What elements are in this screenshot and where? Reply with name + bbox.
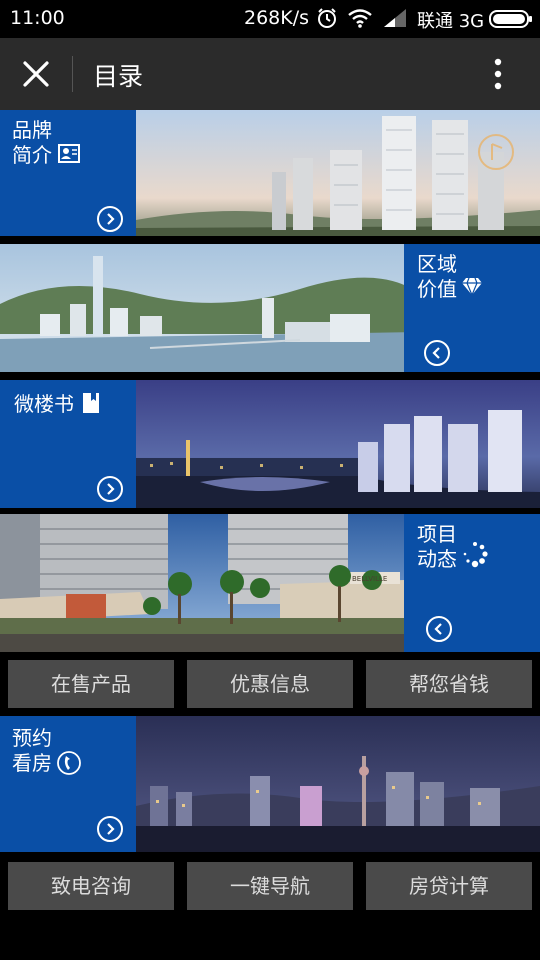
arrow-left-circle-icon [434,623,442,635]
battery-icon [489,10,532,28]
signal-icon [384,9,406,27]
network-speed: 268K/s [244,7,310,29]
more-options-button[interactable] [480,52,516,96]
brand-title: 品牌 简介 [12,118,52,168]
quick-actions-row-2: 致电咨询 一键导航 房贷计算 [0,856,540,914]
news-title-line1: 项目 [417,522,457,546]
brochure-arrow-button[interactable] [97,476,123,502]
mortgage-calculator-button[interactable]: 房贷计算 [366,862,532,910]
loading-dots-icon [463,542,488,568]
on-sale-products-button[interactable]: 在售产品 [8,660,174,708]
region-title-line1: 区域 [417,252,457,276]
booking-title-line1: 预约 [12,726,52,750]
brand-arrow-button[interactable] [97,206,123,232]
wifi-icon [348,9,372,28]
close-button[interactable] [14,52,58,96]
news-title: 项目 动态 [417,522,457,572]
status-time: 11:00 [10,7,65,29]
booking-title: 预约 看房 [12,726,52,776]
brand-title-line1: 品牌 [12,118,52,142]
booking-title-line2: 看房 [12,751,52,775]
page-title: 目录 [93,62,144,91]
status-bar: 11:00 268K/s 联通 3G [0,0,540,38]
project-news-banner[interactable]: BELLVILLE 项目 动态 [0,514,540,652]
carrier-label: 联通 3G [417,11,485,32]
alarm-icon [318,8,336,28]
arrow-right-circle-icon [107,483,115,495]
save-money-button[interactable]: 帮您省钱 [366,660,532,708]
micro-brochure-banner[interactable]: 微楼书 [0,380,540,508]
news-title-line2: 动态 [417,547,457,571]
phone-icon [57,751,81,775]
region-value-banner[interactable]: 区域 价值 [0,244,540,372]
booking-arrow-button[interactable] [97,816,123,842]
navigate-button[interactable]: 一键导航 [187,862,353,910]
region-title: 区域 价值 [417,252,457,302]
more-vertical-icon [494,58,502,90]
brand-title-line2: 简介 [12,143,52,167]
arrow-right-circle-icon [107,823,115,835]
arrow-left-circle-icon [432,347,440,359]
close-icon [23,61,49,87]
app-bar: 目录 [0,38,540,110]
app-bar-divider [72,56,73,92]
region-title-line2: 价值 [417,277,457,301]
diamond-icon [462,277,482,296]
brochure-title: 微楼书 [14,392,74,416]
brand-intro-banner[interactable]: 品牌 简介 [0,110,540,236]
bookmark-icon [83,393,99,413]
news-arrow-button[interactable] [426,616,452,642]
promotions-button[interactable]: 优惠信息 [187,660,353,708]
book-viewing-banner[interactable]: 预约 看房 [0,716,540,852]
call-consult-button[interactable]: 致电咨询 [8,862,174,910]
id-card-icon [58,144,80,163]
arrow-right-circle-icon [107,213,115,225]
region-arrow-button[interactable] [424,340,450,366]
quick-actions-row-1: 在售产品 优惠信息 帮您省钱 [0,654,540,712]
signage-text: BELLVILLE [352,575,387,583]
